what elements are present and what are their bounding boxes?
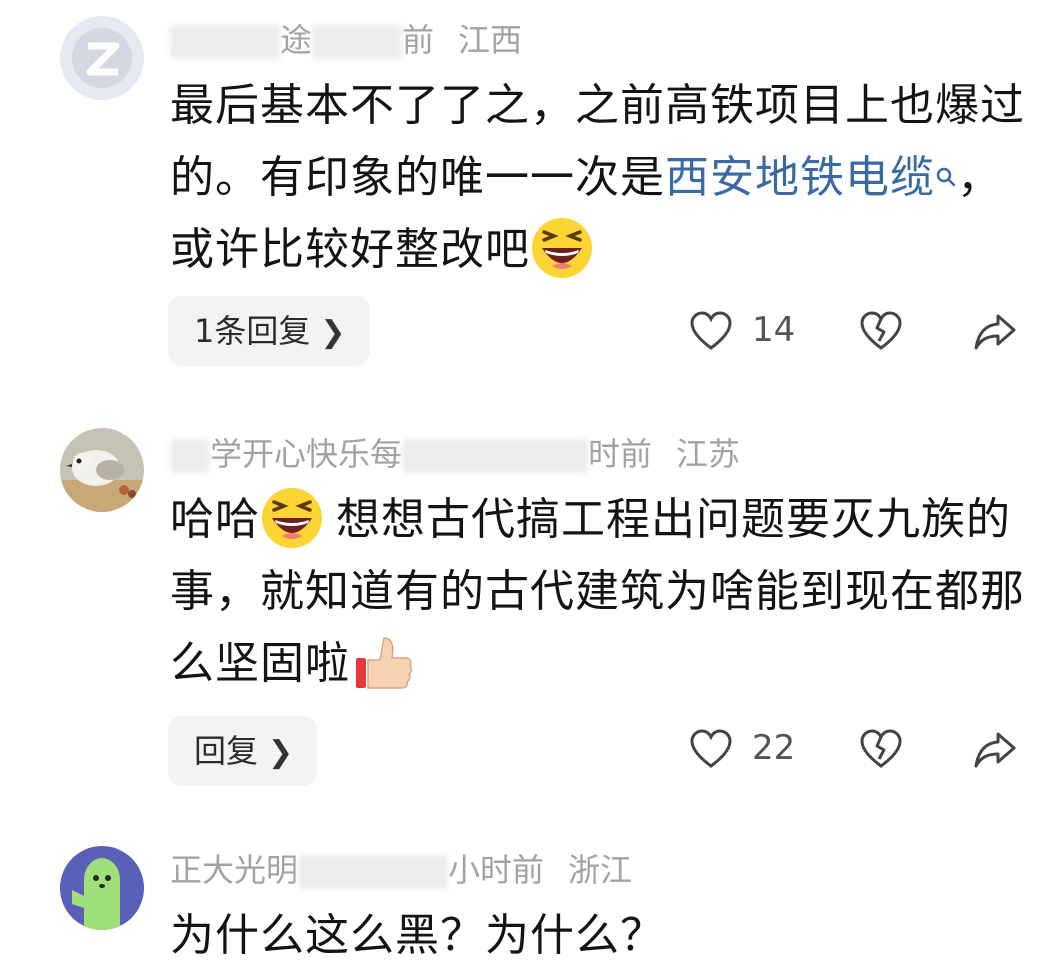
username-fragment: 正大光明	[170, 851, 299, 889]
avatar[interactable]	[60, 428, 144, 512]
search-icon	[935, 146, 957, 187]
location: 浙江	[568, 851, 633, 889]
thumbs-up-icon	[350, 630, 414, 694]
search-link-label: 西安地铁电缆	[665, 152, 935, 203]
chevron-right-icon: ❯	[268, 735, 294, 770]
view-replies-button[interactable]: 1条回复 ❯	[168, 296, 370, 366]
avatar-image	[60, 846, 144, 930]
comment-meta: 学开心快乐每 时前 江苏	[170, 434, 740, 474]
comment-text-part: 为什么这么黑？为什么？	[170, 910, 665, 961]
share-icon[interactable]	[972, 308, 1018, 354]
comment-actions: 14	[688, 302, 1028, 362]
comment-text: 哈哈 想想古代搞工程出问题要灭九族的事，就知道有的古代建筑为啥能到现在都那么坚固…	[170, 484, 1030, 700]
username-fragment: 学开心快乐每	[210, 435, 403, 473]
comment-meta: 正大光明 小时前 浙江	[170, 850, 632, 890]
avatar-image	[60, 16, 144, 100]
heart-icon[interactable]	[688, 308, 734, 354]
reply-button[interactable]: 回复 ❯	[168, 716, 318, 786]
comment-text: 最后基本不了了之，之前高铁项目上也爆过的。有印象的唯一一次是西安地铁电缆 ，或许比…	[170, 70, 1030, 286]
comment-meta: 途 前江西	[170, 20, 522, 60]
chevron-right-icon: ❯	[320, 315, 346, 350]
blurred-username	[170, 25, 280, 59]
laughing-emoji-icon	[530, 216, 594, 280]
username-fragment: 途	[280, 21, 313, 59]
avatar[interactable]	[60, 846, 144, 930]
heart-icon[interactable]	[688, 726, 734, 772]
location: 江西	[458, 21, 523, 59]
comment-text-part: 哈哈	[170, 494, 260, 545]
time-fragment: 小时前	[448, 851, 545, 889]
search-link[interactable]: 西安地铁电缆	[665, 152, 957, 203]
time-fragment: 前	[402, 21, 435, 59]
blurred-text	[402, 439, 589, 473]
like-count: 14	[752, 310, 796, 350]
blurred-username	[298, 855, 449, 889]
avatar[interactable]	[60, 16, 144, 100]
like-count: 22	[752, 728, 796, 768]
avatar-image	[60, 428, 144, 512]
location: 江苏	[676, 435, 741, 473]
broken-heart-icon[interactable]	[858, 726, 904, 772]
comment-text: 为什么这么黑？为什么？	[170, 900, 1030, 972]
blurred-text	[312, 25, 403, 59]
comment-actions: 22	[688, 720, 1028, 780]
reply-button-label: 回复	[194, 732, 259, 770]
reply-button-label: 1条回复	[194, 312, 311, 350]
broken-heart-icon[interactable]	[858, 308, 904, 354]
laughing-emoji-icon	[260, 486, 324, 550]
blurred-username	[170, 439, 210, 473]
time-fragment: 时前	[588, 435, 653, 473]
share-icon[interactable]	[972, 726, 1018, 772]
